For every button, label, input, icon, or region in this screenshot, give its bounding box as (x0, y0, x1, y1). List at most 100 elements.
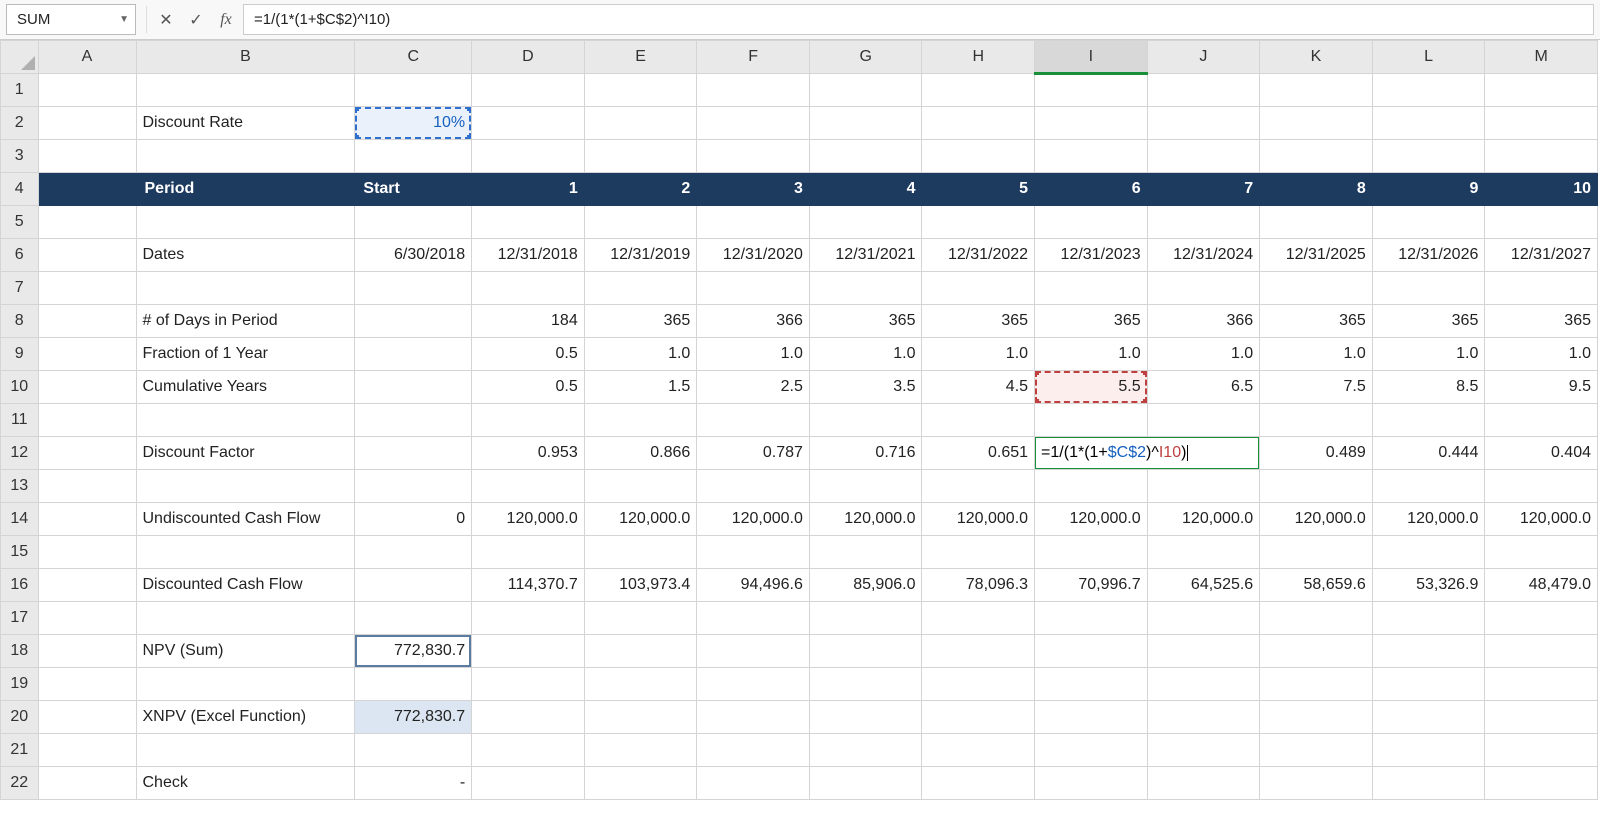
cell[interactable]: 0.953 (472, 437, 585, 470)
cell[interactable]: 48,479.0 (1485, 569, 1598, 602)
cell[interactable] (809, 767, 922, 800)
cell[interactable] (136, 668, 355, 701)
cell[interactable] (584, 701, 697, 734)
cell[interactable]: 120,000.0 (472, 503, 585, 536)
cell[interactable]: 366 (1147, 305, 1260, 338)
cell[interactable]: 6/30/2018 (355, 239, 472, 272)
row-header[interactable]: 6 (1, 239, 39, 272)
cell[interactable] (922, 734, 1035, 767)
cell[interactable] (1035, 470, 1148, 503)
cell[interactable]: 12/31/2020 (697, 239, 810, 272)
cell[interactable]: 12/31/2018 (472, 239, 585, 272)
cell[interactable]: 0.787 (697, 437, 810, 470)
cell[interactable] (136, 536, 355, 569)
cell-label[interactable]: NPV (Sum) (136, 635, 355, 668)
cell[interactable] (1260, 470, 1373, 503)
cell[interactable] (1372, 701, 1485, 734)
row-header[interactable]: 19 (1, 668, 39, 701)
col-header[interactable]: G (809, 41, 922, 74)
col-header[interactable]: H (922, 41, 1035, 74)
cell[interactable] (809, 140, 922, 173)
cell[interactable] (38, 701, 136, 734)
cell[interactable]: 0.444 (1372, 437, 1485, 470)
cell[interactable]: Period (136, 173, 355, 206)
cell[interactable]: 120,000.0 (1147, 503, 1260, 536)
cell[interactable] (38, 470, 136, 503)
cell[interactable] (1260, 635, 1373, 668)
cell[interactable] (1260, 107, 1373, 140)
cell[interactable] (1485, 635, 1598, 668)
cell[interactable] (922, 404, 1035, 437)
cell[interactable] (136, 470, 355, 503)
col-header[interactable]: J (1147, 41, 1260, 74)
cell[interactable] (922, 140, 1035, 173)
col-header[interactable]: K (1260, 41, 1373, 74)
cell[interactable] (584, 635, 697, 668)
cell[interactable]: 58,659.6 (1260, 569, 1373, 602)
cell[interactable] (1035, 701, 1148, 734)
cell[interactable] (1260, 734, 1373, 767)
cell[interactable] (1147, 74, 1260, 107)
cell[interactable] (922, 602, 1035, 635)
cell[interactable] (355, 371, 472, 404)
cell[interactable] (697, 140, 810, 173)
cell[interactable] (584, 404, 697, 437)
cell[interactable] (472, 470, 585, 503)
cell[interactable] (136, 140, 355, 173)
cell[interactable] (1372, 107, 1485, 140)
row-header[interactable]: 16 (1, 569, 39, 602)
row-header[interactable]: 20 (1, 701, 39, 734)
cell[interactable] (697, 206, 810, 239)
cell[interactable] (355, 206, 472, 239)
cell[interactable]: 0.489 (1260, 437, 1373, 470)
cell[interactable] (584, 140, 697, 173)
cell[interactable]: 8.5 (1372, 371, 1485, 404)
cell[interactable] (38, 107, 136, 140)
cell[interactable] (1485, 602, 1598, 635)
cell[interactable] (1485, 536, 1598, 569)
cell[interactable]: 114,370.7 (472, 569, 585, 602)
cell[interactable]: 365 (809, 305, 922, 338)
cancel-button[interactable]: ✕ (151, 0, 181, 39)
cell[interactable] (1147, 107, 1260, 140)
cell[interactable] (1485, 701, 1598, 734)
cell[interactable] (472, 272, 585, 305)
cell[interactable] (697, 404, 810, 437)
col-header[interactable]: M (1485, 41, 1598, 74)
cell[interactable] (1035, 635, 1148, 668)
cell[interactable] (38, 206, 136, 239)
cell[interactable] (1485, 74, 1598, 107)
cell[interactable] (809, 701, 922, 734)
cell[interactable] (584, 668, 697, 701)
cell[interactable] (697, 470, 810, 503)
row-header[interactable]: 2 (1, 107, 39, 140)
cell[interactable] (355, 734, 472, 767)
cell[interactable]: 9 (1372, 173, 1485, 206)
cell[interactable]: 365 (1372, 305, 1485, 338)
cell[interactable]: 120,000.0 (1372, 503, 1485, 536)
cell[interactable] (809, 668, 922, 701)
cell[interactable] (472, 701, 585, 734)
cell[interactable] (1485, 140, 1598, 173)
row-header[interactable]: 21 (1, 734, 39, 767)
cell-referenced[interactable]: 5.5 (1035, 371, 1148, 404)
col-header[interactable]: A (38, 41, 136, 74)
cell[interactable]: 1.0 (1260, 338, 1373, 371)
cell[interactable] (697, 701, 810, 734)
cell[interactable] (809, 107, 922, 140)
chevron-down-icon[interactable]: ▼ (119, 14, 129, 25)
cell[interactable]: 0.716 (809, 437, 922, 470)
cell[interactable]: 120,000.0 (1485, 503, 1598, 536)
cell[interactable]: 365 (1260, 305, 1373, 338)
cell[interactable] (472, 767, 585, 800)
cell[interactable] (1147, 701, 1260, 734)
cell[interactable]: 12/31/2024 (1147, 239, 1260, 272)
cell[interactable] (472, 74, 585, 107)
cell[interactable] (1372, 470, 1485, 503)
col-header[interactable]: L (1372, 41, 1485, 74)
row-header[interactable]: 12 (1, 437, 39, 470)
cell[interactable] (472, 668, 585, 701)
cell[interactable] (1372, 734, 1485, 767)
cell[interactable] (355, 74, 472, 107)
row-header[interactable]: 1 (1, 74, 39, 107)
